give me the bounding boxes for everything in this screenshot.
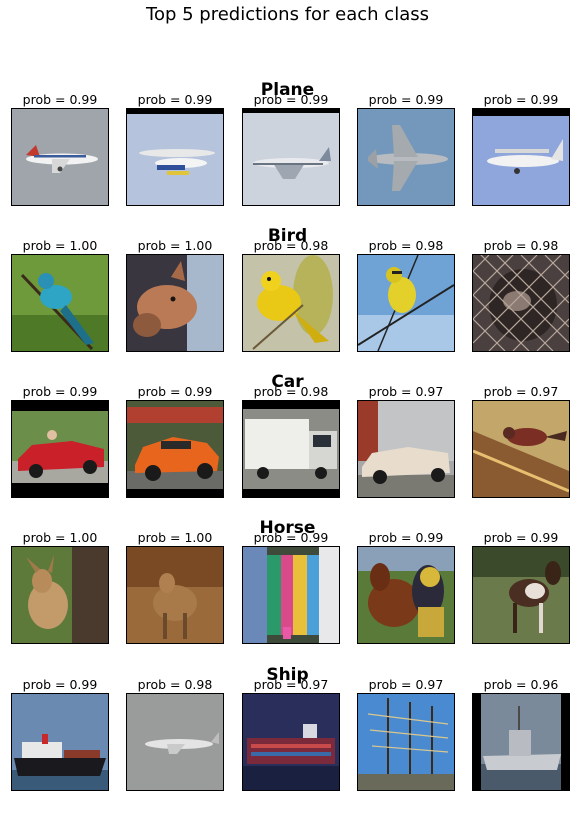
- probability-label: prob = 0.99: [22, 384, 98, 399]
- prediction-cell: prob = 0.99: [242, 531, 340, 644]
- probability-label: prob = 0.97: [368, 384, 444, 399]
- thumbnail-white-truck: [242, 400, 340, 498]
- thumbnail-monkey-fence: [472, 254, 570, 352]
- probability-label: prob = 0.99: [368, 530, 444, 545]
- prediction-cell: prob = 0.98: [472, 239, 570, 352]
- probability-label: prob = 0.98: [253, 384, 329, 399]
- probability-label: prob = 0.98: [253, 238, 329, 253]
- thumbnail-jumbo-jet: [242, 108, 340, 206]
- probability-label: prob = 0.99: [483, 530, 559, 545]
- prediction-cell: prob = 0.99: [357, 531, 455, 644]
- probability-label: prob = 0.97: [253, 677, 329, 692]
- probability-label: prob = 0.99: [253, 92, 329, 107]
- prediction-cell: prob = 0.99: [472, 93, 570, 206]
- prediction-cell: prob = 0.99: [11, 93, 109, 206]
- probability-label: prob = 0.99: [253, 530, 329, 545]
- class-row-car: Car prob = 0.99 prob = 0.99 prob = 0.98 …: [0, 372, 575, 512]
- prediction-cell: prob = 0.98: [242, 239, 340, 352]
- thumbnail-foal-in-field: [472, 546, 570, 644]
- class-row-ship: Ship prob = 0.99 prob = 0.98 prob = 0.97…: [0, 665, 575, 805]
- prediction-cell: prob = 0.99: [242, 93, 340, 206]
- probability-label: prob = 0.98: [483, 238, 559, 253]
- thumbnail-yellow-bird-on-wire: [357, 254, 455, 352]
- thumbnail-red-convertible: [11, 400, 109, 498]
- class-row-horse: Horse prob = 1.00 prob = 1.00 prob = 0.9…: [0, 518, 575, 658]
- thumbnail-turboprop: [472, 108, 570, 206]
- class-row-bird: Bird prob = 1.00 prob = 1.00 prob = 0.98…: [0, 226, 575, 366]
- class-row-plane: Plane prob = 0.99 prob = 0.99 prob = 0.9…: [0, 80, 575, 220]
- figure-title: Top 5 predictions for each class: [146, 4, 429, 25]
- thumbnail-tall-ship: [357, 693, 455, 791]
- prediction-cell: prob = 0.97: [472, 385, 570, 498]
- probability-label: prob = 0.99: [137, 92, 213, 107]
- prediction-cell: prob = 0.98: [242, 385, 340, 498]
- probability-label: prob = 0.98: [137, 677, 213, 692]
- probability-label: prob = 0.99: [22, 677, 98, 692]
- probability-label: prob = 0.99: [368, 92, 444, 107]
- thumbnail-prop-plane: [126, 108, 224, 206]
- probability-label: prob = 1.00: [22, 238, 98, 253]
- thumbnail-cargo-ship: [11, 693, 109, 791]
- probability-label: prob = 0.96: [483, 677, 559, 692]
- probability-label: prob = 0.97: [368, 677, 444, 692]
- thumbnail-airliner-grey-sky: [126, 693, 224, 791]
- thumbnail-military-jet: [357, 108, 455, 206]
- prediction-cell: prob = 0.99: [126, 385, 224, 498]
- prediction-cell: prob = 0.99: [472, 531, 570, 644]
- prediction-cell: prob = 0.98: [126, 678, 224, 791]
- probability-label: prob = 0.99: [483, 92, 559, 107]
- thumbnail-airliner: [11, 108, 109, 206]
- probability-label: prob = 0.99: [137, 384, 213, 399]
- prediction-cell: prob = 0.99: [11, 385, 109, 498]
- probability-label: prob = 1.00: [22, 530, 98, 545]
- thumbnail-horse-head: [126, 254, 224, 352]
- thumbnail-bird-on-car: [472, 400, 570, 498]
- thumbnail-blue-bird: [11, 254, 109, 352]
- thumbnail-naval-ship: [472, 693, 570, 791]
- prediction-cell: prob = 0.98: [357, 239, 455, 352]
- prediction-cell: prob = 0.99: [357, 93, 455, 206]
- thumbnail-container-ship-night: [242, 693, 340, 791]
- thumbnail-deer-in-forest: [126, 546, 224, 644]
- prediction-cell: prob = 1.00: [11, 531, 109, 644]
- prediction-cell: prob = 0.99: [126, 93, 224, 206]
- probability-label: prob = 0.98: [368, 238, 444, 253]
- prediction-cell: prob = 1.00: [11, 239, 109, 352]
- probability-label: prob = 0.99: [22, 92, 98, 107]
- prediction-cell: prob = 0.99: [11, 678, 109, 791]
- probability-label: prob = 1.00: [137, 530, 213, 545]
- prediction-cell: prob = 0.97: [357, 678, 455, 791]
- prediction-cell: prob = 0.97: [357, 385, 455, 498]
- thumbnail-deer-by-tree: [11, 546, 109, 644]
- prediction-cell: prob = 1.00: [126, 239, 224, 352]
- probability-label: prob = 1.00: [137, 238, 213, 253]
- prediction-cell: prob = 0.96: [472, 678, 570, 791]
- thumbnail-yellow-warbler: [242, 254, 340, 352]
- probability-label: prob = 0.97: [483, 384, 559, 399]
- thumbnail-orange-sports-car: [126, 400, 224, 498]
- prediction-cell: prob = 0.97: [242, 678, 340, 791]
- thumbnail-knight-on-horse: [357, 546, 455, 644]
- prediction-cell: prob = 1.00: [126, 531, 224, 644]
- thumbnail-cream-convertible: [357, 400, 455, 498]
- thumbnail-decorated-horse: [242, 546, 340, 644]
